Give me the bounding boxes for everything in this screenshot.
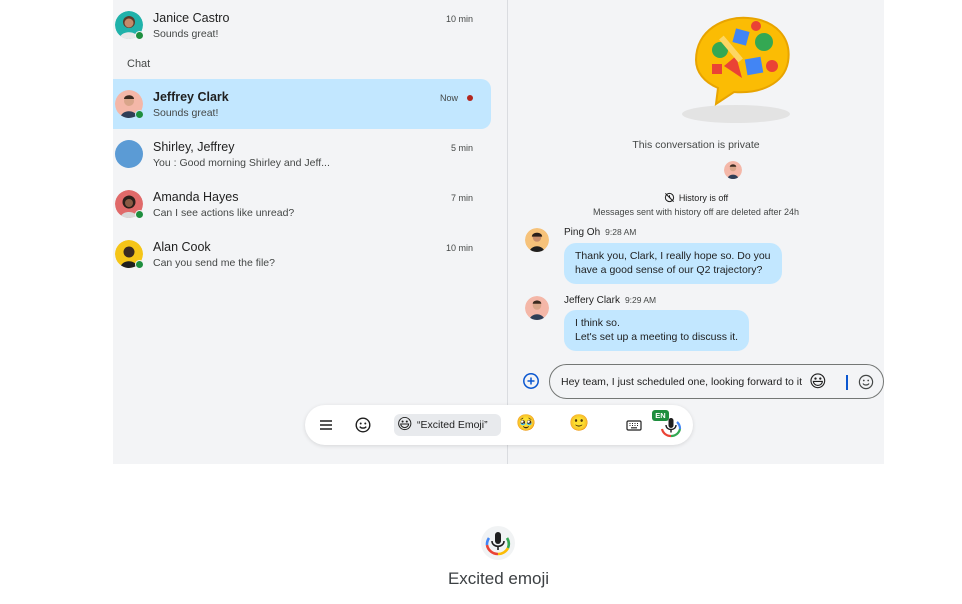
- conversation-item-jeffrey-clark[interactable]: Jeffrey Clark Sounds great! Now: [113, 79, 491, 129]
- presence-indicator: [135, 210, 144, 219]
- emoji-picker-button[interactable]: [858, 374, 874, 390]
- mic-icon: [481, 526, 515, 560]
- sender-name: Jeffery Clark: [564, 295, 620, 306]
- emoji-suggestion-chip[interactable]: 😃 “Excited Emoji”: [394, 414, 501, 436]
- conversation-preview: Can I see actions like unread?: [153, 207, 295, 219]
- conversation-item-shirley-jeffrey[interactable]: Shirley, Jeffrey You : Good morning Shir…: [113, 129, 491, 179]
- private-notice: This conversation is private: [632, 139, 760, 151]
- avatar: [115, 140, 143, 168]
- conversation-name: Janice Castro: [153, 11, 230, 25]
- keyboard-button[interactable]: [624, 415, 644, 435]
- message-header: Jeffery Clark 9:29 AM: [564, 295, 656, 306]
- mic-icon: [660, 418, 682, 438]
- message-bubble[interactable]: I think so. Let's set up a meeting to di…: [564, 310, 750, 351]
- conversation-time: 10 min: [445, 243, 473, 253]
- conversation-list: Janice Castro Sounds great! 10 min Chat …: [113, 0, 507, 464]
- ime-menu-button[interactable]: [316, 415, 336, 435]
- conversation-name: Amanda Hayes: [153, 190, 239, 204]
- conversation-preview: Sounds great!: [153, 28, 219, 40]
- emoji-suggestion-3[interactable]: 🙂: [569, 414, 589, 434]
- presence-indicator: [135, 31, 144, 40]
- section-label-chat: Chat: [127, 58, 151, 70]
- message-line: Let's set up a meeting to discuss it.: [575, 330, 739, 343]
- voice-input-button[interactable]: [656, 412, 686, 442]
- conversation-preview: Sounds great!: [153, 107, 219, 119]
- keyboard-icon: [626, 420, 642, 431]
- unread-dot: [467, 95, 473, 101]
- history-status: History is off: [508, 192, 884, 203]
- emoji-suggestion-2[interactable]: 🥹: [516, 414, 536, 434]
- conversation-name: Alan Cook: [153, 240, 211, 254]
- conversation-time: Now: [439, 93, 458, 103]
- ime-emoji-button[interactable]: [353, 415, 373, 435]
- text-caret: [846, 375, 848, 390]
- conversation-pane: This conversation is private History is …: [508, 0, 884, 464]
- message-line: have a good sense of our Q2 trajectory?: [575, 263, 763, 276]
- message-input-text: Hey team, I just scheduled one, looking …: [561, 376, 803, 388]
- inserted-emoji: 😃: [809, 372, 827, 391]
- message-time: 9:29 AM: [624, 295, 657, 305]
- smiley-icon: [858, 374, 874, 390]
- app-frame: Janice Castro Sounds great! 10 min Chat …: [113, 0, 884, 464]
- message-input[interactable]: Hey team, I just scheduled one, looking …: [549, 364, 884, 399]
- conversation-time: 7 min: [450, 193, 473, 203]
- avatar: [724, 161, 742, 179]
- conversation-time: 10 min: [445, 14, 473, 24]
- presence-indicator: [135, 260, 144, 269]
- avatar: [525, 228, 549, 252]
- voice-indicator: [480, 525, 516, 561]
- message-time: 9:28 AM: [605, 227, 637, 237]
- smiley-icon: [355, 417, 371, 433]
- conversation-time: 5 min: [450, 143, 473, 153]
- conversation-item-amanda-hayes[interactable]: Amanda Hayes Can I see actions like unre…: [113, 179, 491, 229]
- suggestion-label: “Excited Emoji”: [417, 419, 488, 431]
- history-label: History is off: [678, 193, 729, 203]
- add-attachment-button[interactable]: [522, 372, 540, 390]
- conversation-name: Jeffrey Clark: [153, 90, 229, 104]
- presence-indicator: [135, 110, 144, 119]
- history-off-icon: [664, 192, 674, 203]
- conversation-name: Shirley, Jeffrey: [153, 140, 235, 154]
- message-header: Ping Oh 9:28 AM: [564, 227, 636, 238]
- chat-bubble-illustration: [676, 8, 796, 128]
- conversation-item-janice-castro[interactable]: Janice Castro Sounds great! 10 min: [113, 0, 491, 50]
- conversation-preview: You : Good morning Shirley and Jeff...: [153, 157, 330, 169]
- history-note: Messages sent with history off are delet…: [593, 207, 799, 217]
- conversation-preview: Can you send me the file?: [153, 257, 275, 269]
- conversation-item-alan-cook[interactable]: Alan Cook Can you send me the file? 10 m…: [113, 229, 491, 279]
- voice-caption: Excited emoji: [447, 569, 550, 588]
- message-bubble[interactable]: Thank you, Clark, I really hope so. Do y…: [564, 243, 782, 284]
- add-circle-icon: [523, 373, 539, 389]
- menu-icon: [320, 420, 332, 430]
- ime-toolbar: 😃 “Excited Emoji” 🥹 🙂 EN: [305, 405, 693, 445]
- message-line: Thank you, Clark, I really hope so. Do y…: [575, 250, 771, 262]
- avatar: [525, 296, 549, 320]
- sender-name: Ping Oh: [564, 227, 601, 238]
- suggestion-emoji: 😃: [397, 416, 413, 433]
- message-line: I think so.: [575, 317, 620, 329]
